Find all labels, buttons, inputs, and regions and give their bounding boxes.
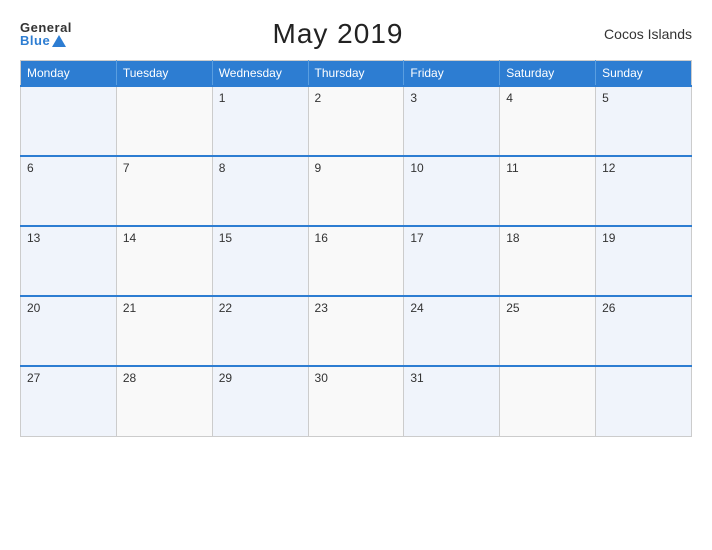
day-number: 16: [315, 231, 328, 245]
calendar-week-row: 6 7 8 9 10 11 12: [21, 156, 692, 226]
calendar-day-cell: 9: [308, 156, 404, 226]
calendar-day-cell: 10: [404, 156, 500, 226]
logo-blue-text: Blue: [20, 34, 72, 47]
weekday-sunday: Sunday: [596, 61, 692, 87]
calendar-day-cell: 15: [212, 226, 308, 296]
calendar-day-cell: 6: [21, 156, 117, 226]
calendar-day-cell: 11: [500, 156, 596, 226]
weekday-friday: Friday: [404, 61, 500, 87]
calendar-day-cell: 18: [500, 226, 596, 296]
calendar-day-cell: 8: [212, 156, 308, 226]
day-number: 29: [219, 371, 232, 385]
calendar-day-cell: [116, 86, 212, 156]
calendar-day-cell: 5: [596, 86, 692, 156]
day-number: 4: [506, 91, 513, 105]
day-number: 27: [27, 371, 40, 385]
weekday-thursday: Thursday: [308, 61, 404, 87]
calendar-day-cell: 16: [308, 226, 404, 296]
day-number: 9: [315, 161, 322, 175]
calendar-day-cell: 12: [596, 156, 692, 226]
calendar-day-cell: 14: [116, 226, 212, 296]
weekday-tuesday: Tuesday: [116, 61, 212, 87]
day-number: 26: [602, 301, 615, 315]
day-number: 14: [123, 231, 136, 245]
calendar-day-cell: 29: [212, 366, 308, 436]
calendar-week-row: 13 14 15 16 17 18 19: [21, 226, 692, 296]
day-number: 28: [123, 371, 136, 385]
day-number: 17: [410, 231, 423, 245]
calendar-day-cell: 20: [21, 296, 117, 366]
calendar-day-cell: 17: [404, 226, 500, 296]
day-number: 11: [506, 161, 518, 175]
calendar-page: General Blue May 2019 Cocos Islands Mond…: [0, 0, 712, 550]
calendar-week-row: 27 28 29 30 31: [21, 366, 692, 436]
calendar-day-cell: 28: [116, 366, 212, 436]
logo: General Blue: [20, 21, 72, 47]
day-number: 15: [219, 231, 232, 245]
calendar-day-cell: 19: [596, 226, 692, 296]
logo-triangle-icon: [52, 35, 66, 47]
calendar-day-cell: 31: [404, 366, 500, 436]
calendar-day-cell: 13: [21, 226, 117, 296]
calendar-table: Monday Tuesday Wednesday Thursday Friday…: [20, 60, 692, 437]
day-number: 20: [27, 301, 40, 315]
day-number: 3: [410, 91, 417, 105]
calendar-day-cell: [21, 86, 117, 156]
day-number: 13: [27, 231, 40, 245]
day-number: 12: [602, 161, 615, 175]
day-number: 18: [506, 231, 519, 245]
weekday-saturday: Saturday: [500, 61, 596, 87]
day-number: 21: [123, 301, 136, 315]
weekday-header-row: Monday Tuesday Wednesday Thursday Friday…: [21, 61, 692, 87]
calendar-day-cell: 4: [500, 86, 596, 156]
day-number: 1: [219, 91, 226, 105]
calendar-day-cell: 21: [116, 296, 212, 366]
calendar-day-cell: 1: [212, 86, 308, 156]
calendar-week-row: 1 2 3 4 5: [21, 86, 692, 156]
calendar-day-cell: [596, 366, 692, 436]
region-label: Cocos Islands: [604, 26, 692, 42]
day-number: 19: [602, 231, 615, 245]
day-number: 30: [315, 371, 328, 385]
calendar-day-cell: 26: [596, 296, 692, 366]
calendar-day-cell: [500, 366, 596, 436]
day-number: 23: [315, 301, 328, 315]
day-number: 5: [602, 91, 609, 105]
day-number: 31: [410, 371, 423, 385]
calendar-day-cell: 25: [500, 296, 596, 366]
day-number: 8: [219, 161, 226, 175]
calendar-day-cell: 27: [21, 366, 117, 436]
day-number: 24: [410, 301, 423, 315]
weekday-monday: Monday: [21, 61, 117, 87]
day-number: 7: [123, 161, 130, 175]
day-number: 22: [219, 301, 232, 315]
calendar-day-cell: 2: [308, 86, 404, 156]
calendar-day-cell: 30: [308, 366, 404, 436]
calendar-day-cell: 22: [212, 296, 308, 366]
calendar-week-row: 20 21 22 23 24 25 26: [21, 296, 692, 366]
header: General Blue May 2019 Cocos Islands: [20, 18, 692, 50]
day-number: 10: [410, 161, 423, 175]
calendar-title: May 2019: [273, 18, 404, 50]
calendar-day-cell: 3: [404, 86, 500, 156]
calendar-day-cell: 23: [308, 296, 404, 366]
calendar-day-cell: 7: [116, 156, 212, 226]
day-number: 25: [506, 301, 519, 315]
calendar-day-cell: 24: [404, 296, 500, 366]
day-number: 2: [315, 91, 322, 105]
weekday-wednesday: Wednesday: [212, 61, 308, 87]
day-number: 6: [27, 161, 34, 175]
